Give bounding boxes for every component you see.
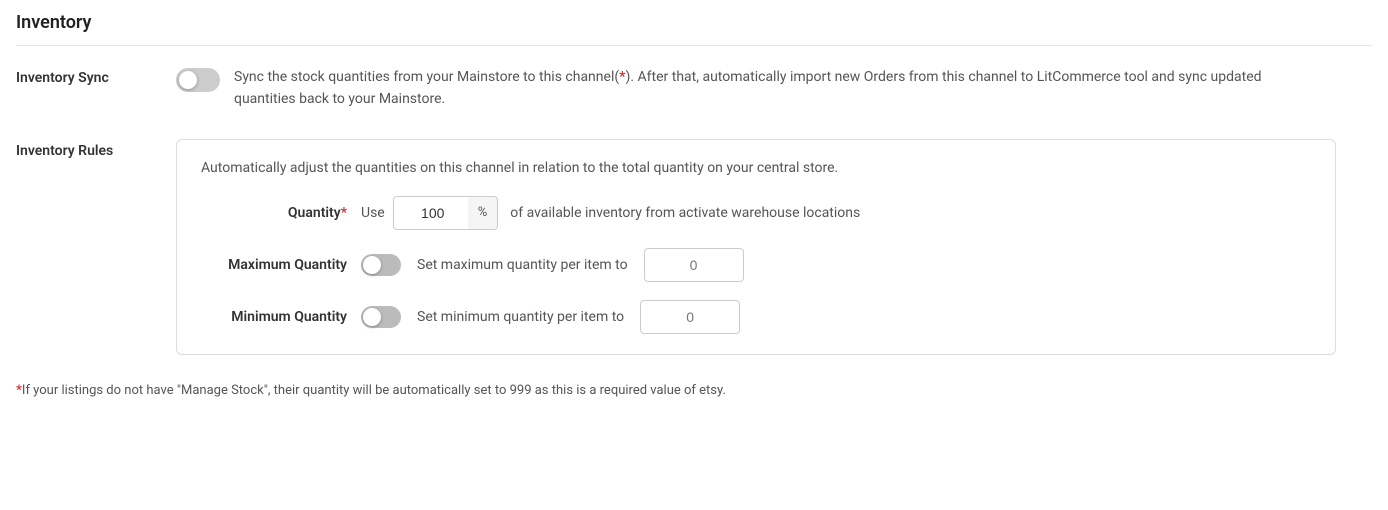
- min-quantity-rule-row: Minimum Quantity Set minimum quantity pe…: [201, 300, 1311, 334]
- toggle-track: [176, 68, 220, 92]
- inventory-sync-content: Sync the stock quantities from your Main…: [176, 66, 1372, 111]
- use-label: Use: [361, 205, 385, 221]
- min-quantity-controls: Set minimum quantity per item to: [361, 300, 740, 334]
- min-set-text: Set minimum quantity per item to: [417, 309, 624, 325]
- max-quantity-toggle[interactable]: [361, 254, 401, 276]
- percent-badge: %: [468, 196, 499, 230]
- min-toggle-thumb: [363, 308, 381, 326]
- sync-description: Sync the stock quantities from your Main…: [234, 66, 1284, 111]
- quantity-suffix: of available inventory from activate war…: [510, 205, 860, 221]
- quantity-rule-row: Quantity* Use % of available inventory f…: [201, 196, 1311, 230]
- toggle-thumb: [179, 71, 197, 89]
- quantity-required: *: [341, 205, 347, 221]
- inventory-rules-label: Inventory Rules: [16, 139, 176, 159]
- inventory-rules-box: Automatically adjust the quantities on t…: [176, 139, 1336, 355]
- min-quantity-input[interactable]: [640, 300, 740, 334]
- max-quantity-controls: Set maximum quantity per item to: [361, 248, 744, 282]
- inventory-rules-row: Inventory Rules Automatically adjust the…: [16, 139, 1372, 355]
- min-toggle-track: [361, 306, 401, 328]
- max-toggle-track: [361, 254, 401, 276]
- min-quantity-toggle[interactable]: [361, 306, 401, 328]
- max-quantity-label: Maximum Quantity: [201, 257, 361, 273]
- sync-desc-before: Sync the stock quantities from your Main…: [234, 69, 619, 85]
- inventory-sync-row: Inventory Sync Sync the stock quantities…: [16, 66, 1372, 111]
- section-title: Inventory: [16, 12, 1372, 46]
- max-toggle-thumb: [363, 256, 381, 274]
- quantity-label: Quantity*: [201, 205, 361, 221]
- min-quantity-label: Minimum Quantity: [201, 309, 361, 325]
- inventory-sync-toggle[interactable]: [176, 68, 220, 92]
- page-container: Inventory Inventory Sync Sync the stock …: [0, 0, 1388, 410]
- percent-input-group: %: [393, 196, 499, 230]
- inventory-sync-label: Inventory Sync: [16, 66, 176, 86]
- max-quantity-rule-row: Maximum Quantity Set maximum quantity pe…: [201, 248, 1311, 282]
- inventory-rules-content: Automatically adjust the quantities on t…: [176, 139, 1372, 355]
- quantity-value-input[interactable]: [393, 196, 473, 230]
- rules-description: Automatically adjust the quantities on t…: [201, 160, 1311, 176]
- max-quantity-input[interactable]: [644, 248, 744, 282]
- max-set-text: Set maximum quantity per item to: [417, 257, 628, 273]
- quantity-controls: Use % of available inventory from activa…: [361, 196, 860, 230]
- footnote: *If your listings do not have "Manage St…: [16, 383, 1372, 398]
- footnote-text: If your listings do not have "Manage Sto…: [22, 383, 726, 398]
